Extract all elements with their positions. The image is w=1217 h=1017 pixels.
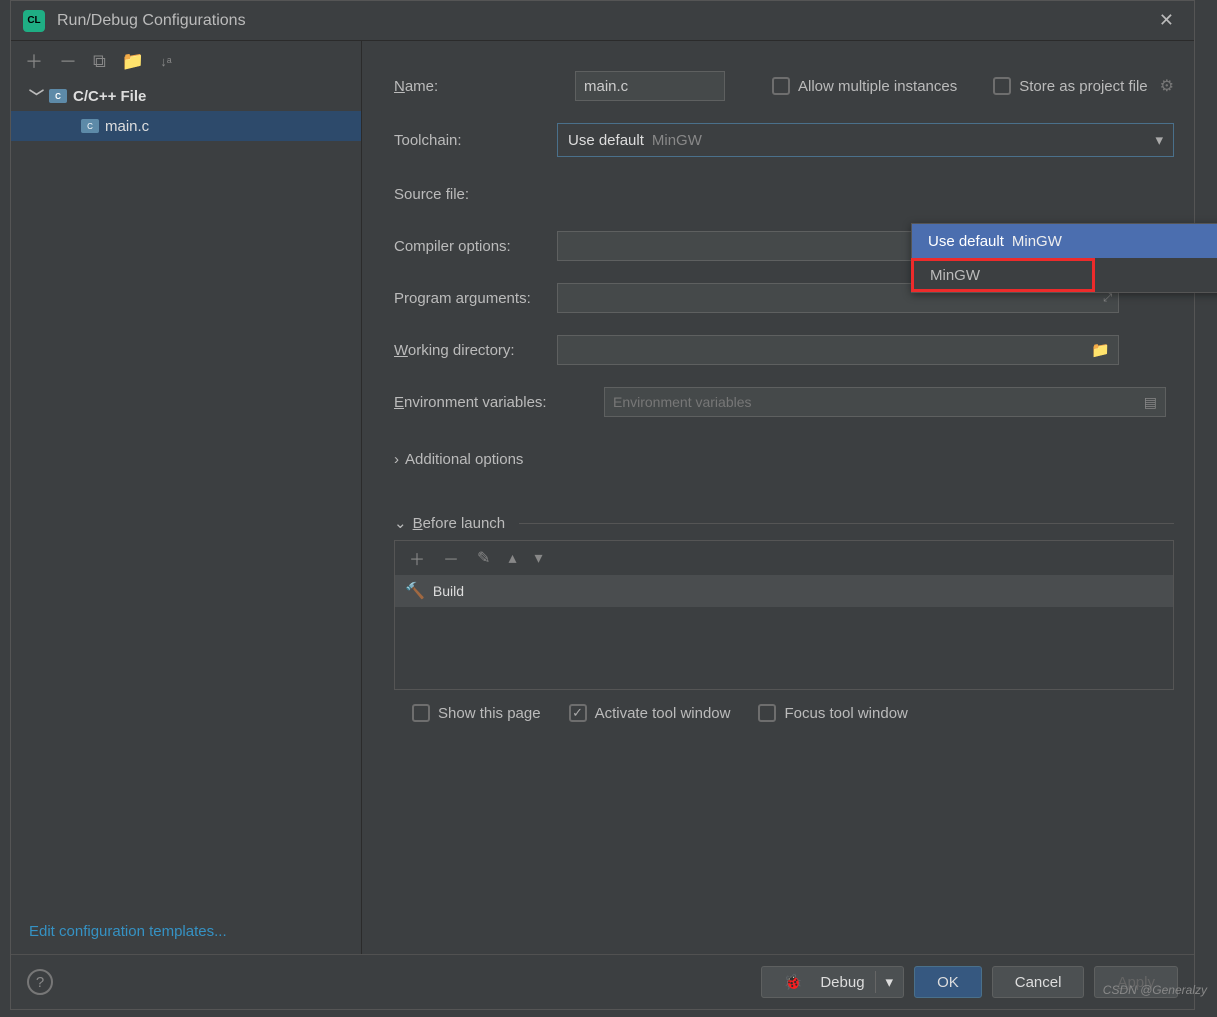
- chevron-down-icon: ▾: [1155, 131, 1163, 149]
- show-page-checkbox[interactable]: Show this page: [412, 704, 541, 722]
- help-icon[interactable]: ?: [27, 969, 53, 995]
- sort-icon[interactable]: ↓ᵃ: [160, 54, 171, 69]
- cpp-file-icon: C: [49, 89, 67, 103]
- toolchain-dropdown-popup: Use defaultMinGW MinGW: [911, 223, 1217, 293]
- dropdown-option-default[interactable]: Use defaultMinGW: [912, 224, 1217, 258]
- source-file-label: Source file:: [394, 186, 557, 203]
- copy-icon[interactable]: ⧉: [93, 51, 106, 72]
- env-vars-input[interactable]: Environment variables▤: [604, 387, 1166, 417]
- expand-icon[interactable]: ⤢: [1103, 292, 1112, 305]
- remove-icon[interactable]: －: [59, 48, 77, 74]
- ok-button[interactable]: OK: [914, 966, 982, 998]
- dialog-body: ＋ － ⧉ 📁 ↓ᵃ ﹀ C C/C++ File C main.c Edit …: [11, 41, 1194, 954]
- list-icon[interactable]: ▤: [1144, 394, 1157, 411]
- before-launch-box: ＋ － ✎ ▴ ▾ 🔨 Build: [394, 540, 1174, 690]
- tree-item-label: main.c: [105, 118, 149, 135]
- folder-icon[interactable]: 📁: [122, 51, 144, 72]
- add-icon[interactable]: ＋: [409, 546, 425, 570]
- launch-task-build[interactable]: 🔨 Build: [395, 575, 1173, 607]
- allow-multiple-checkbox[interactable]: Allow multiple instances: [772, 77, 957, 95]
- dropdown-option-mingw[interactable]: MinGW: [911, 258, 1095, 292]
- cpp-file-icon: C: [81, 119, 99, 133]
- additional-options-section[interactable]: › Additional options: [394, 451, 1174, 468]
- content-panel: Name: Allow multiple instances Store as …: [362, 41, 1194, 954]
- watermark: CSDN @Generalzy: [1103, 983, 1207, 997]
- chevron-down-icon: ⌄: [394, 514, 407, 532]
- add-icon[interactable]: ＋: [25, 48, 43, 74]
- activate-tool-checkbox[interactable]: Activate tool window: [569, 704, 731, 722]
- edit-icon[interactable]: ✎: [477, 548, 490, 568]
- working-dir-input[interactable]: 📁: [557, 335, 1119, 365]
- up-icon[interactable]: ▴: [508, 548, 516, 568]
- chevron-down-icon: ﹀: [29, 86, 43, 107]
- toolchain-dropdown[interactable]: Use defaultMinGW ▾: [557, 123, 1174, 157]
- gear-icon[interactable]: ⚙: [1160, 76, 1174, 96]
- tree-group-cpp[interactable]: ﹀ C C/C++ File: [11, 81, 361, 111]
- tree-item-mainc[interactable]: C main.c: [11, 111, 361, 141]
- dialog-title: Run/Debug Configurations: [57, 12, 1151, 30]
- down-icon[interactable]: ▾: [534, 548, 542, 568]
- chevron-right-icon: ›: [394, 451, 399, 468]
- edit-templates-link[interactable]: Edit configuration templates...: [11, 909, 361, 954]
- divider: [519, 523, 1174, 524]
- close-icon[interactable]: ✕: [1151, 6, 1182, 35]
- sidebar: ＋ － ⧉ 📁 ↓ᵃ ﹀ C C/C++ File C main.c Edit …: [11, 41, 362, 954]
- compiler-label: Compiler options:: [394, 238, 557, 255]
- remove-icon[interactable]: －: [443, 546, 459, 570]
- run-debug-dialog: CL Run/Debug Configurations ✕ ＋ － ⧉ 📁 ↓ᵃ…: [10, 0, 1195, 1010]
- focus-tool-checkbox[interactable]: Focus tool window: [758, 704, 907, 722]
- clion-logo-icon: CL: [23, 10, 45, 32]
- sidebar-toolbar: ＋ － ⧉ 📁 ↓ᵃ: [11, 41, 361, 81]
- launch-toolbar: ＋ － ✎ ▴ ▾: [395, 541, 1173, 575]
- env-vars-label: Environment variables:: [394, 394, 604, 411]
- bug-icon: 🐞: [784, 973, 803, 991]
- config-tree: ﹀ C C/C++ File C main.c: [11, 81, 361, 909]
- debug-button[interactable]: 🐞Debug▾: [761, 966, 904, 998]
- program-args-label: Program arguments:: [394, 290, 557, 307]
- before-launch-section[interactable]: ⌄ Before launch: [394, 514, 1174, 532]
- toolchain-label: Toolchain:: [394, 132, 557, 149]
- cancel-button[interactable]: Cancel: [992, 966, 1085, 998]
- hammer-icon: 🔨: [405, 581, 425, 601]
- tree-group-label: C/C++ File: [73, 88, 146, 105]
- chevron-down-icon[interactable]: ▾: [886, 973, 894, 991]
- working-dir-label: Working directory:: [394, 342, 557, 359]
- name-label: Name:: [394, 78, 557, 95]
- name-input[interactable]: [575, 71, 725, 101]
- dialog-footer: ? 🐞Debug▾ OK Cancel Apply: [11, 954, 1194, 1009]
- folder-icon[interactable]: 📁: [1091, 341, 1110, 359]
- titlebar: CL Run/Debug Configurations ✕: [11, 1, 1194, 41]
- store-project-checkbox[interactable]: Store as project file⚙: [993, 76, 1174, 96]
